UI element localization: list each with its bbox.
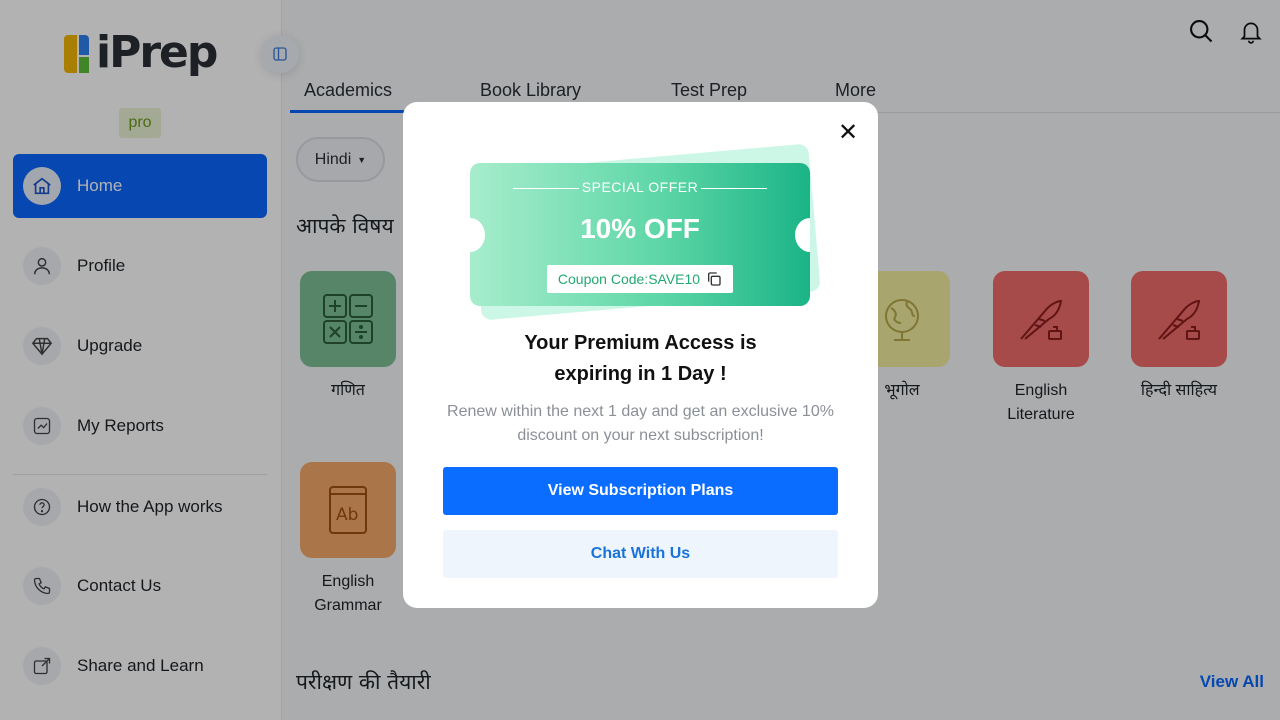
- modal-title-line1: Your Premium Access is: [524, 332, 757, 354]
- copy-icon[interactable]: [706, 271, 722, 287]
- modal-subtitle: Renew within the next 1 day and get an e…: [447, 403, 834, 444]
- close-icon[interactable]: ✕: [836, 121, 860, 145]
- offer-ticket: SPECIAL OFFER 10% OFF Coupon Code:SAVE10: [470, 163, 810, 306]
- modal-title-line2: expiring in 1 Day !: [554, 363, 727, 385]
- offer-value: 10% OFF: [580, 213, 700, 244]
- coupon-code[interactable]: Coupon Code:SAVE10: [547, 265, 733, 293]
- view-subscription-plans-button[interactable]: View Subscription Plans: [443, 467, 838, 515]
- coupon-text: Coupon Code:SAVE10: [557, 271, 701, 287]
- premium-expiry-modal: ✕ SPECIAL OFFER 10% OFF Coupon Code:SAVE…: [403, 102, 878, 608]
- modal-title: Your Premium Access is expiring in 1 Day…: [403, 328, 878, 390]
- chat-with-us-button[interactable]: Chat With Us: [443, 530, 838, 578]
- offer-label: SPECIAL OFFER: [581, 179, 699, 195]
